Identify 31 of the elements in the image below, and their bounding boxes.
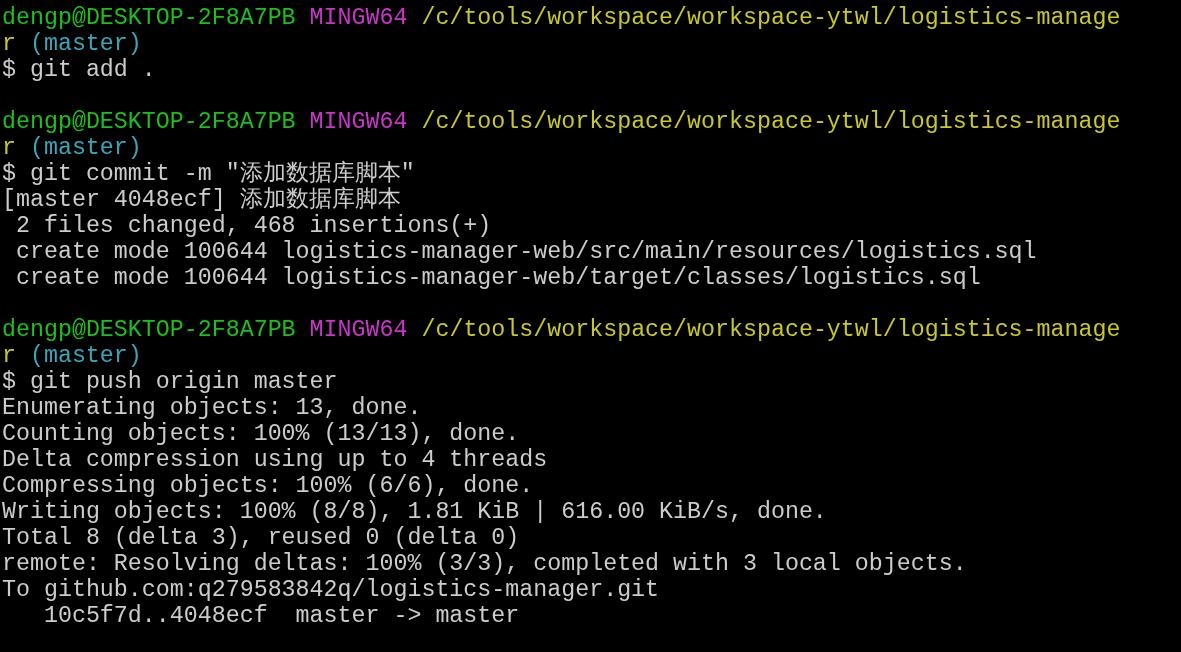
- command-text: $ git commit -m "添加数据库脚本": [2, 161, 415, 187]
- output-line: Delta compression using up to 4 threads: [2, 447, 548, 473]
- output-line: create mode 100644 logistics-manager-web/src/main/resources/logistics.sql: [14, 239, 1037, 265]
- output-line: Counting objects: 100% (13/13), done.: [2, 421, 520, 447]
- prompt-branch: (master): [29, 343, 142, 369]
- command-text: $ git push origin master: [2, 369, 338, 395]
- prompt-path: r: [2, 343, 16, 369]
- prompt-user: dengp@DESKTOP-2F8A7PB: [2, 109, 296, 135]
- prompt-system: MINGW64: [309, 109, 408, 135]
- prompt-path: r: [2, 135, 16, 161]
- output-line: Enumerating objects: 13, done.: [2, 395, 422, 421]
- prompt-branch: (master): [29, 31, 142, 57]
- output-line: Total 8 (delta 3), reused 0 (delta 0): [2, 525, 520, 551]
- command-text: $ git add .: [2, 57, 156, 83]
- output-line: create mode 100644 logistics-manager-web/target/classes/logistics.sql: [14, 265, 981, 291]
- output-line: [master 4048ecf] 添加数据库脚本: [2, 187, 401, 213]
- output-line: Writing objects: 100% (8/8), 1.81 KiB | 616.00 KiB/s, done.: [2, 499, 827, 525]
- prompt-system: MINGW64: [309, 5, 408, 31]
- prompt-user: dengp@DESKTOP-2F8A7PB: [2, 317, 296, 343]
- prompt-path: /c/tools/workspace/workspace-ytwl/logistics-manage: [421, 109, 1121, 135]
- output-line: To github.com:q279583842q/logistics-manager.git: [2, 577, 660, 603]
- output-line: Compressing objects: 100% (6/6), done.: [2, 473, 534, 499]
- prompt-path: r: [2, 31, 16, 57]
- output-line: 10c5f7d..4048ecf master -> master: [42, 603, 520, 629]
- output-line: remote: Resolving deltas: 100% (3/3), completed with 3 local objects.: [2, 551, 967, 577]
- prompt-branch: (master): [29, 135, 142, 161]
- prompt-path: /c/tools/workspace/workspace-ytwl/logistics-manage: [421, 317, 1121, 343]
- prompt-path: /c/tools/workspace/workspace-ytwl/logistics-manage: [421, 5, 1121, 31]
- output-line: 2 files changed, 468 insertions(+): [14, 213, 492, 239]
- prompt-user: dengp@DESKTOP-2F8A7PB: [2, 5, 296, 31]
- prompt-system: MINGW64: [309, 317, 408, 343]
